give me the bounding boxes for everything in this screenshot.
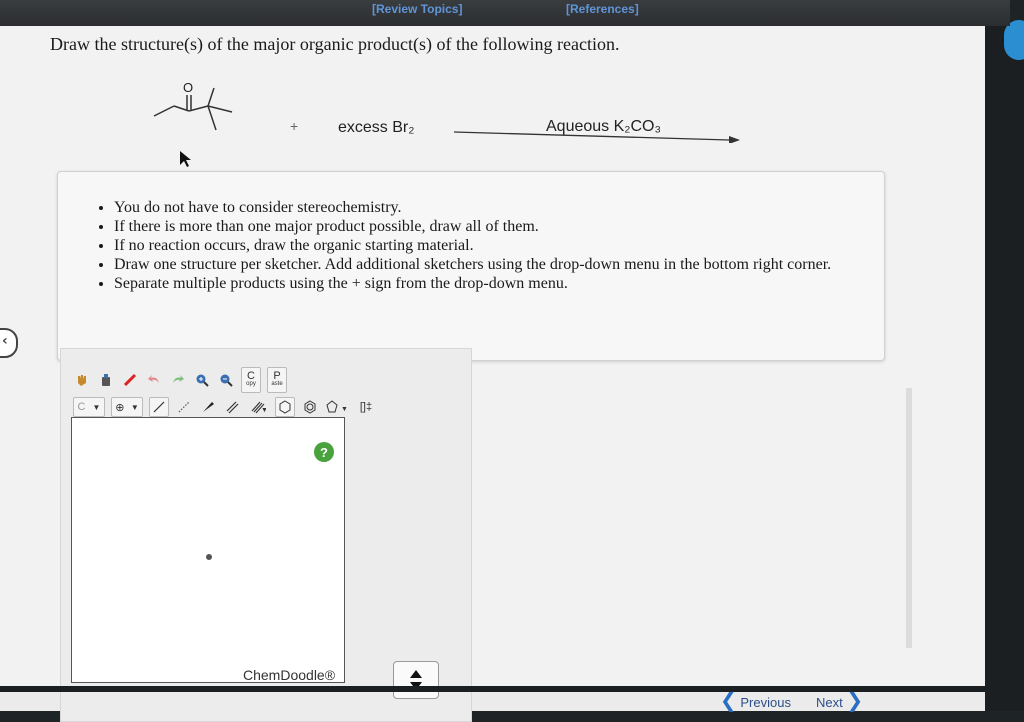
svg-text:▼: ▼ (341, 406, 348, 413)
sketcher-toolbar-bottom: C ▼ ⊕ ▼ ▼ ▼ []‡ (73, 397, 377, 417)
previous-label: Previous (740, 695, 791, 710)
side-tab-icon[interactable] (1004, 20, 1024, 60)
instruction-item: Separate multiple products using the + s… (114, 274, 884, 293)
paste-sublabel: aste (271, 381, 283, 387)
plus-sign: + (290, 118, 299, 134)
hand-tool-icon[interactable] (73, 371, 91, 389)
svg-text:▼: ▼ (261, 407, 266, 414)
copy-button[interactable]: C opy (241, 367, 261, 393)
instruction-item: Draw one structure per sketcher. Add add… (114, 255, 884, 274)
benzene-icon[interactable] (301, 398, 319, 416)
canvas-dot (206, 554, 212, 560)
charge-label: ⊕ (115, 401, 125, 414)
ring-select[interactable]: ▼ (325, 398, 349, 416)
right-frame (985, 20, 1024, 711)
sketcher-dropdown-stepper[interactable] (393, 661, 439, 699)
bracket-label: []‡ (359, 401, 373, 413)
charge-select[interactable]: ⊕ ▼ (111, 397, 143, 417)
reagent-label: excess Br₂ (338, 119, 415, 136)
scrollbar-track[interactable] (906, 388, 912, 648)
triple-bond-icon[interactable]: ▼ (247, 398, 269, 416)
instruction-item: If there is more than one major product … (114, 217, 884, 236)
lasso-tool-icon[interactable] (97, 371, 115, 389)
chevron-left-icon: ‹ (2, 333, 8, 349)
element-label: C (77, 401, 86, 413)
question-panel: Draw the structure(s) of the major organ… (0, 26, 985, 722)
mouse-cursor-icon (180, 151, 191, 167)
instruction-item: If no reaction occurs, draw the organic … (114, 236, 884, 255)
copy-label: C (247, 370, 255, 382)
oxygen-atom-label: O (183, 80, 193, 95)
hashed-bond-icon[interactable] (175, 398, 193, 416)
instructions-box: You do not have to consider stereochemis… (57, 171, 885, 361)
references-link[interactable]: [References] (566, 2, 639, 16)
reaction-arrow (454, 131, 740, 143)
zoom-in-icon[interactable] (193, 371, 211, 389)
top-bar: [Review Topics] [References] (0, 0, 1010, 26)
review-topics-link[interactable]: [Review Topics] (372, 2, 462, 16)
bracket-tool-button[interactable]: []‡ (355, 398, 377, 416)
next-button[interactable]: Next ❯ (816, 688, 863, 712)
chevron-down-icon: ▼ (92, 402, 101, 412)
element-select[interactable]: C ▼ (73, 397, 105, 417)
next-label: Next (816, 695, 843, 710)
instruction-item: You do not have to consider stereochemis… (114, 198, 884, 217)
sketcher-toolbar-top: C opy P aste (73, 367, 287, 393)
chevron-right-icon: ❯ (846, 688, 864, 712)
previous-button[interactable]: ❮ Previous (720, 688, 791, 712)
chemdoodle-logo: ChemDoodle® (243, 667, 336, 683)
chevron-left-icon: ❮ (720, 688, 737, 712)
help-button[interactable]: ? (314, 442, 334, 462)
double-bond-icon[interactable] (223, 398, 241, 416)
question-prompt: Draw the structure(s) of the major organ… (50, 34, 620, 54)
wedge-bond-icon[interactable] (199, 398, 217, 416)
paste-button[interactable]: P aste (267, 367, 287, 393)
redo-icon[interactable] (169, 371, 187, 389)
instructions-list: You do not have to consider stereochemis… (58, 198, 884, 293)
single-bond-icon[interactable] (149, 397, 169, 417)
undo-icon[interactable] (145, 371, 163, 389)
paste-label: P (273, 370, 281, 382)
chemdoodle-sketcher: C opy P aste C ▼ ⊕ ▼ ▼ ▼ []‡ ? ChemDoodl… (60, 348, 472, 722)
chevron-down-icon: ▼ (130, 402, 139, 412)
ketone-structure: O (153, 80, 233, 131)
drawing-canvas[interactable]: ? (71, 417, 345, 683)
copy-sublabel: opy (246, 381, 256, 387)
cyclohexane-icon[interactable] (275, 397, 295, 417)
zoom-out-icon[interactable] (217, 371, 235, 389)
eraser-icon[interactable] (121, 371, 139, 389)
